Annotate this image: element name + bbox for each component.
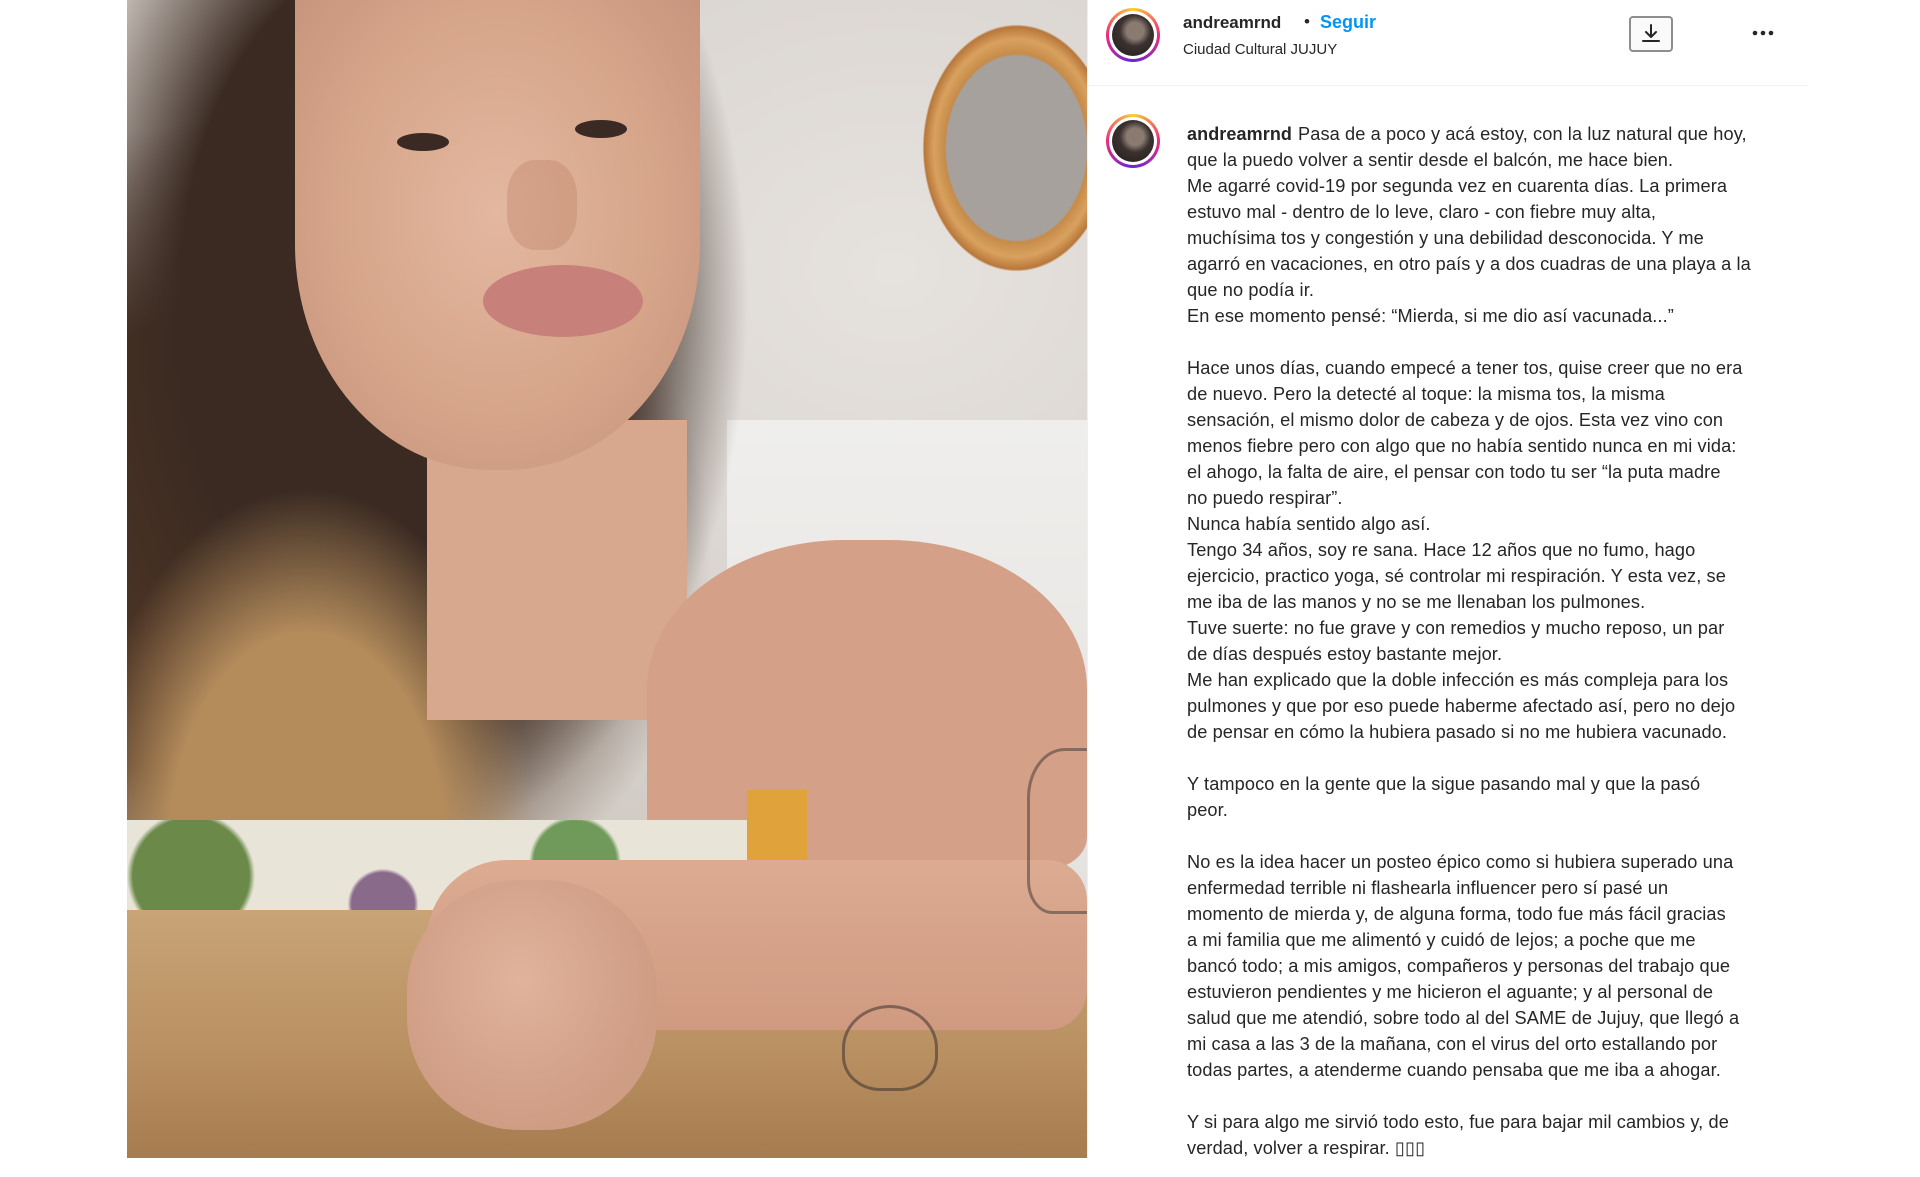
caption-line: salud que me atendió, sobre todo al del … [1187, 1008, 1740, 1028]
caption-line: sensación, el mismo dolor de cabeza y de… [1187, 410, 1724, 430]
more-options-icon [1752, 30, 1774, 36]
caption-line: ejercicio, practico yoga, sé controlar m… [1187, 566, 1726, 586]
post-header: andreamrnd • Seguir Ciudad Cultural JUJU… [1088, 0, 1808, 86]
caption-first-line: andreamrnd Pasa de a poco y acá estoy, co… [1187, 121, 1792, 147]
caption-line: No es la idea hacer un posteo épico como… [1187, 852, 1734, 872]
caption-line: no puedo respirar”. [1187, 488, 1343, 508]
caption-blank-line [1187, 329, 1792, 355]
photo-arm-tattoo [1027, 748, 1087, 914]
caption-line: muchísima tos y congestión y una debilid… [1187, 228, 1704, 248]
caption-line: Y tampoco en la gente que la sigue pasan… [1187, 774, 1701, 794]
photo-left-eye [397, 133, 449, 151]
photo-nose [507, 160, 577, 250]
caption-text: Pasa de a poco y acá estoy, con la luz n… [1298, 124, 1747, 144]
caption-line: menos fiebre pero con algo que no había … [1187, 436, 1737, 456]
follow-button[interactable]: Seguir [1320, 12, 1376, 33]
photo-face [295, 0, 700, 470]
caption-line: En ese momento pensé: “Mierda, si me dio… [1187, 306, 1674, 326]
caption-line: el ahogo, la falta de aire, el pensar co… [1187, 462, 1721, 482]
download-icon [1642, 24, 1660, 42]
author-avatar[interactable] [1106, 8, 1160, 62]
photo-lotus-tattoo [842, 1005, 938, 1091]
caption-line: mi casa a las 3 de la mañana, con el vir… [1187, 1034, 1718, 1054]
caption-line: que la puedo volver a sentir desde el ba… [1187, 150, 1674, 170]
caption-line: Tengo 34 años, soy re sana. Hace 12 años… [1187, 540, 1696, 560]
instagram-post-view: andreamrnd • Seguir Ciudad Cultural JUJU… [0, 0, 1920, 1177]
caption-line: momento de mierda y, de alguna forma, to… [1187, 904, 1726, 924]
caption-username[interactable]: andreamrnd [1187, 124, 1292, 144]
caption-line: Tuve suerte: no fue grave y con remedios… [1187, 618, 1725, 638]
photo-lips [483, 265, 643, 337]
caption-blank-line [1187, 823, 1792, 849]
caption-line: estuvo mal - dentro de lo leve, claro - … [1187, 202, 1656, 222]
caption-line: Y si para algo me sirvió todo esto, fue … [1187, 1112, 1729, 1132]
post-location[interactable]: Ciudad Cultural JUJUY [1183, 41, 1337, 58]
more-options-button[interactable] [1748, 18, 1778, 48]
caption-body: que la puedo volver a sentir desde el ba… [1187, 147, 1792, 1161]
avatar-image [1112, 14, 1154, 56]
caption-line: Nunca había sentido algo así. [1187, 514, 1431, 534]
caption-line: verdad, volver a respirar. ▯▯▯ [1187, 1138, 1426, 1158]
caption-line: me iba de las manos y no se me llenaban … [1187, 592, 1646, 612]
caption-line: bancó todo; a mis amigos, compañeros y p… [1187, 956, 1731, 976]
caption-line: de nuevo. Pero la detecté al toque: la m… [1187, 384, 1665, 404]
caption-line: de pensar en cómo la hubiera pasado si n… [1187, 722, 1728, 742]
caption-blank-line [1187, 745, 1792, 771]
post-side-panel: andreamrnd • Seguir Ciudad Cultural JUJU… [1087, 0, 1808, 1158]
caption-line: todas partes, a atenderme cuando pensaba… [1187, 1060, 1721, 1080]
caption-line: peor. [1187, 800, 1228, 820]
download-button[interactable] [1629, 16, 1673, 52]
caption-line: estuvieron pendientes y me hicieron el a… [1187, 982, 1714, 1002]
photo-right-eye [575, 120, 627, 138]
author-username[interactable]: andreamrnd [1183, 13, 1281, 33]
caption-line: a mi familia que me alimentó y cuidó de … [1187, 930, 1696, 950]
caption-line: agarró en vacaciones, en otro país y a d… [1187, 254, 1751, 274]
caption-line: pulmones y que por eso puede haberme afe… [1187, 696, 1736, 716]
photo-fist [407, 880, 657, 1130]
caption-line: Me han explicado que la doble infección … [1187, 670, 1729, 690]
caption-line: de días después estoy bastante mejor. [1187, 644, 1503, 664]
caption-line: Me agarré covid-19 por segunda vez en cu… [1187, 176, 1728, 196]
post-photo[interactable] [127, 0, 1087, 1158]
avatar-image [1112, 120, 1154, 162]
caption-line: que no podía ir. [1187, 280, 1314, 300]
caption-line: enfermedad terrible ni flashearla influe… [1187, 878, 1669, 898]
caption-row: andreamrnd Pasa de a poco y acá estoy, co… [1088, 110, 1808, 1158]
caption-author-avatar[interactable] [1106, 114, 1160, 168]
caption-line: Hace unos días, cuando empecé a tener to… [1187, 358, 1743, 378]
caption-blank-line [1187, 1083, 1792, 1109]
post-caption: andreamrnd Pasa de a poco y acá estoy, co… [1187, 121, 1792, 1161]
header-separator: • [1304, 12, 1310, 31]
